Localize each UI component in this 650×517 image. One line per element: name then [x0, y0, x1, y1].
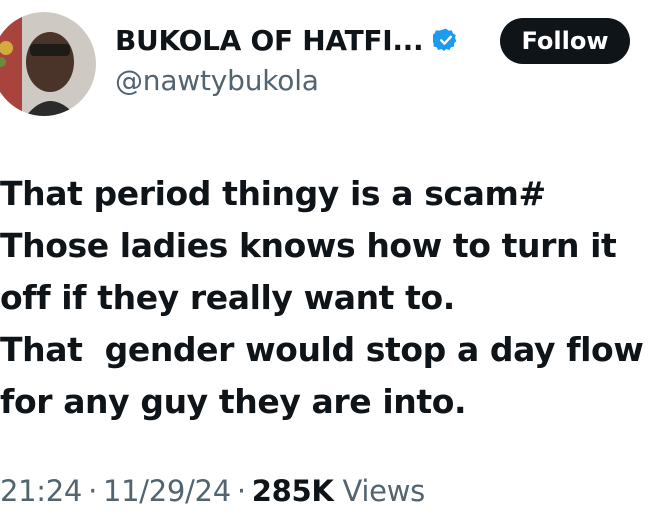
meta-separator: ·	[236, 474, 246, 508]
follow-button[interactable]: Follow	[500, 18, 630, 64]
views-label[interactable]: Views	[343, 474, 426, 508]
author-display-name[interactable]: BUKOLA OF HATFI...	[115, 24, 424, 57]
tweet-line: That period thingy is a scam#	[0, 174, 546, 213]
tweet-date[interactable]: 11/29/24	[103, 474, 231, 508]
avatar-image	[0, 12, 96, 116]
meta-separator: ·	[88, 474, 97, 508]
tweet-line: for any guy they are into.	[0, 382, 467, 421]
tweet-line: off if they really want to.	[0, 278, 455, 317]
tweet-text: That period thingy is a scam# Those ladi…	[0, 168, 650, 428]
tweet-meta: 21:24 · 11/29/24 · 285K Views	[0, 474, 425, 508]
tweet-line: That gender would stop a day flow	[0, 330, 644, 369]
author-name-row: BUKOLA OF HATFI...	[115, 20, 459, 60]
author-handle[interactable]: @nawtybukola	[115, 64, 319, 97]
views-count[interactable]: 285K	[252, 474, 334, 508]
tweet-time[interactable]: 21:24	[0, 474, 82, 508]
tweet-line: Those ladies knows how to turn it	[0, 226, 617, 265]
verified-badge-icon[interactable]	[431, 27, 459, 53]
avatar[interactable]	[0, 12, 96, 116]
